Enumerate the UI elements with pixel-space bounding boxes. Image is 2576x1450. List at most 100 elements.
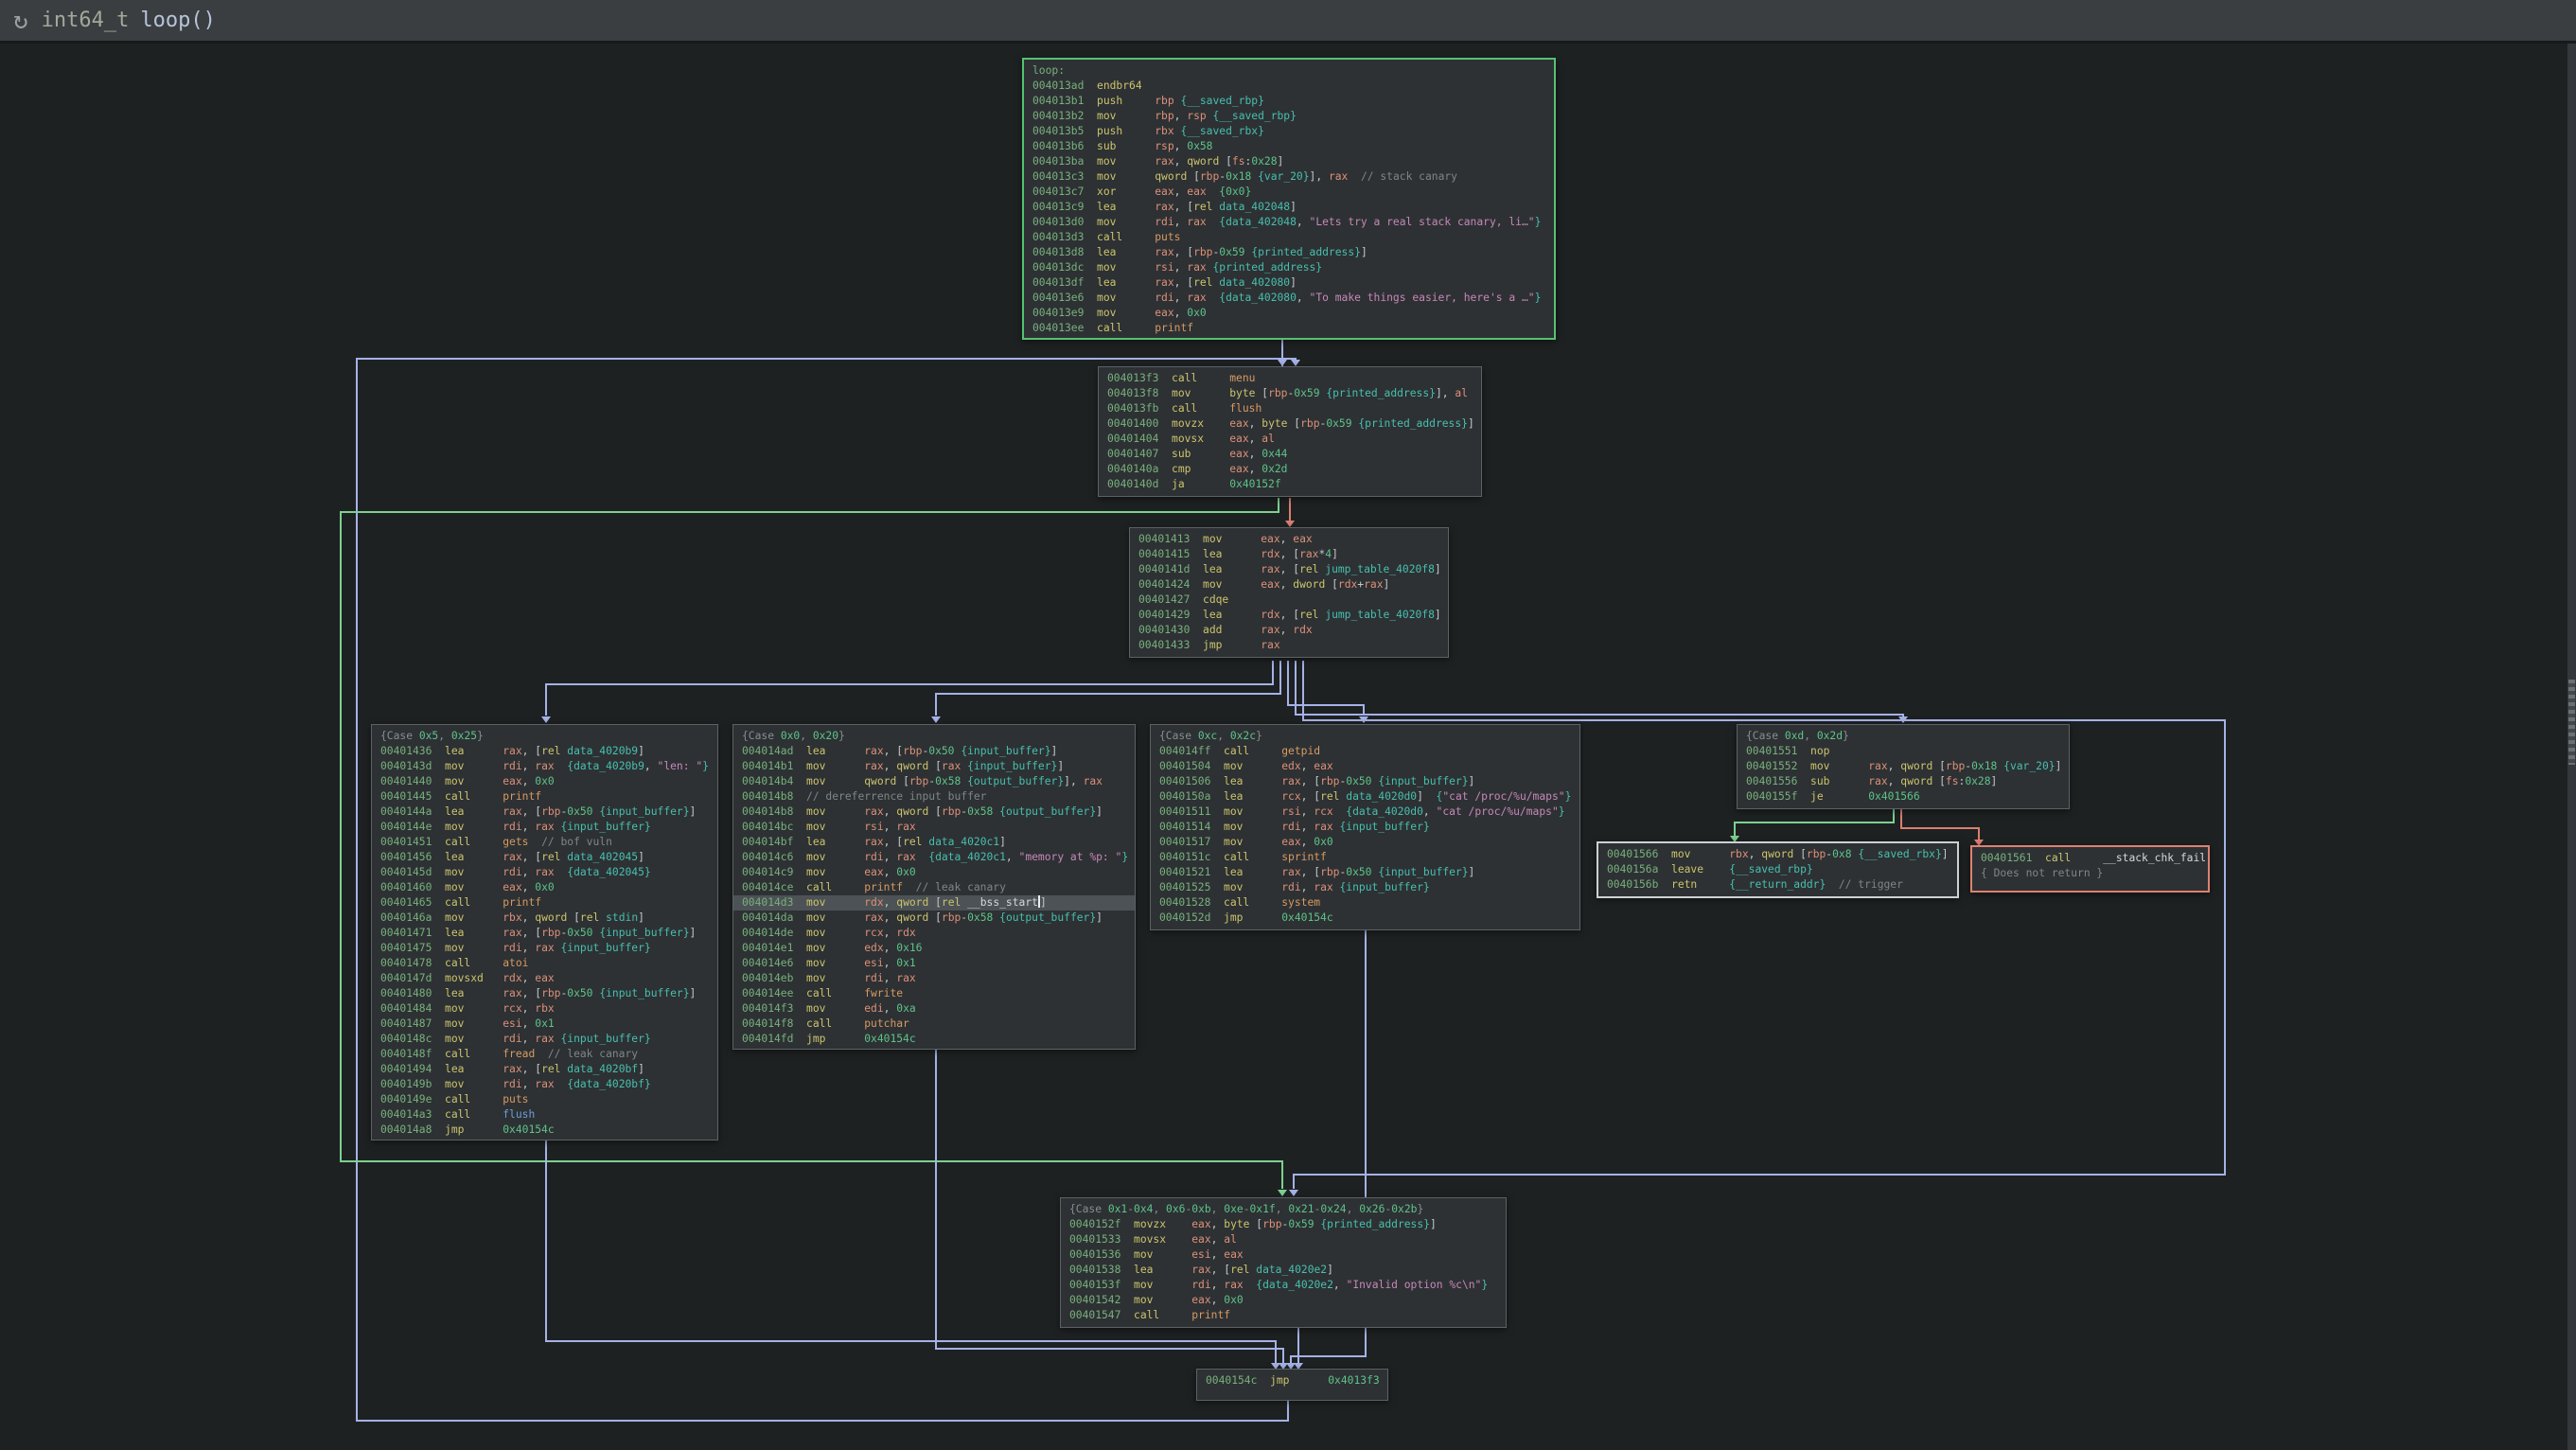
basic-block-case0[interactable]: {Case 0x0, 0x20}004014ad lea rax, [rbp-0… [732, 724, 1136, 1050]
asm-line[interactable]: 0040155f je 0x401566 [1738, 789, 2069, 805]
asm-token[interactable] [1658, 848, 1671, 860]
asm-token[interactable]: 00401407 [1107, 448, 1158, 460]
asm-line[interactable]: 004014b8 // dereferrence input buffer [733, 789, 1135, 805]
asm-token[interactable]: , [1217, 730, 1230, 742]
asm-token[interactable]: 004013e9 [1032, 307, 1084, 319]
asm-line[interactable]: 00401478 call atoi [372, 956, 717, 971]
asm-token[interactable]: 0x0 [1224, 1294, 1243, 1306]
asm-token[interactable]: 004014ee [742, 987, 793, 999]
asm-token[interactable]: rbp [1262, 1218, 1281, 1230]
asm-token[interactable]: rbp [541, 987, 560, 999]
asm-token[interactable]: mov [445, 821, 503, 833]
asm-token[interactable]: , [1174, 216, 1188, 228]
asm-token[interactable]: , [1749, 848, 1762, 860]
asm-token[interactable]: rax [503, 745, 521, 757]
asm-token[interactable]: loop: [1032, 64, 1065, 77]
asm-token[interactable]: mov [1224, 805, 1281, 818]
asm-token[interactable]: 00401460 [380, 881, 432, 893]
asm-token[interactable]: 0040143d [380, 760, 432, 772]
asm-token[interactable]: 0040153f [1069, 1279, 1120, 1291]
asm-token[interactable]: 0x50 [928, 745, 954, 757]
asm-token[interactable]: mov [1097, 307, 1155, 319]
asm-token[interactable]: [ [1249, 1218, 1262, 1230]
asm-token[interactable]: 004014ce [742, 881, 793, 893]
asm-token[interactable]: , [522, 760, 536, 772]
asm-token[interactable]: eax [503, 775, 521, 787]
asm-token[interactable]: mov [806, 927, 864, 939]
asm-token[interactable]: mov [1172, 387, 1229, 399]
asm-token[interactable]: rdi [503, 942, 521, 954]
asm-token[interactable]: fwrite [864, 987, 903, 999]
asm-token[interactable]: , [522, 1033, 536, 1045]
asm-token[interactable] [1190, 624, 1203, 636]
asm-token[interactable]: {input_buffer} [1378, 775, 1468, 787]
asm-token[interactable]: rax [1281, 775, 1300, 787]
asm-token[interactable]: {input_buffer} [599, 927, 689, 939]
asm-token[interactable]: ] [1435, 609, 1441, 621]
asm-token[interactable]: menu [1229, 372, 1255, 384]
asm-token[interactable]: 004013fb [1107, 402, 1158, 415]
asm-token[interactable] [432, 957, 445, 969]
basic-block-jmpback[interactable]: 0040154c jmp 0x4013f3 [1196, 1369, 1388, 1401]
asm-token[interactable]: mov [445, 1017, 503, 1030]
asm-token[interactable] [1210, 760, 1224, 772]
asm-token[interactable] [1084, 110, 1097, 122]
asm-token[interactable] [1797, 775, 1810, 787]
asm-token[interactable]: 004013e6 [1032, 292, 1084, 304]
asm-token[interactable]: call [806, 881, 864, 893]
asm-token[interactable]: {data_402048 [1219, 216, 1297, 228]
asm-line[interactable]: 004014ff call getpid [1151, 744, 1579, 759]
asm-token[interactable]: {input_buffer} [560, 821, 650, 833]
asm-token[interactable]: __bss_start [967, 896, 1038, 909]
asm-token[interactable]: , [ [1301, 790, 1320, 803]
asm-line[interactable]: {Case 0x1-0x4, 0x6-0xb, 0xe-0x1f, 0x21-0… [1061, 1202, 1506, 1217]
asm-token[interactable] [793, 851, 806, 863]
asm-token[interactable]: , [1249, 463, 1262, 475]
asm-line[interactable]: 0040149e call puts [372, 1092, 717, 1107]
asm-token[interactable]: rax [1155, 246, 1173, 258]
asm-token[interactable]: qword [1761, 848, 1793, 860]
asm-token[interactable] [1120, 1218, 1134, 1230]
asm-token[interactable]: 00401504 [1159, 760, 1210, 772]
asm-token[interactable]: lea [1097, 276, 1155, 289]
asm-token[interactable]: rdx [1261, 609, 1279, 621]
asm-token[interactable]: rbp [942, 805, 961, 818]
asm-token[interactable] [432, 836, 445, 848]
asm-token[interactable]: {data_4020bf} [567, 1078, 650, 1090]
asm-token[interactable]: mov [806, 805, 864, 818]
asm-token[interactable]: rel [541, 745, 560, 757]
asm-token[interactable]: 00401514 [1159, 821, 1210, 833]
asm-token[interactable]: 00401404 [1107, 433, 1158, 445]
asm-token[interactable]: 0x0 [1187, 307, 1206, 319]
asm-token[interactable]: rbx [503, 911, 521, 924]
asm-line[interactable]: 004014b4 mov qword [rbp-0x58 {output_buf… [733, 774, 1135, 789]
asm-token[interactable]: "cat /proc/%u/maps" [1442, 790, 1564, 803]
asm-token[interactable] [1158, 448, 1172, 460]
asm-token[interactable]: 00401551 [1746, 745, 1797, 757]
asm-line[interactable]: 00401451 call gets // bof vuln [372, 835, 717, 850]
asm-token[interactable]: [ [928, 805, 942, 818]
asm-token[interactable] [1158, 402, 1172, 415]
asm-token[interactable]: eax [1224, 1248, 1243, 1261]
asm-token[interactable]: "Invalid option %c\n" [1347, 1279, 1482, 1291]
asm-token[interactable]: [ [1793, 848, 1807, 860]
asm-token[interactable]: , [884, 927, 897, 939]
asm-token[interactable]: mov [806, 775, 864, 787]
asm-token[interactable]: "Lets try a real stack canary, li…" [1310, 216, 1535, 228]
asm-token[interactable]: rcx [864, 927, 883, 939]
asm-token[interactable]: rax [864, 911, 883, 924]
asm-token[interactable]: // dereferrence input buffer [806, 790, 986, 803]
asm-token[interactable] [1797, 745, 1810, 757]
asm-token[interactable]: 0x21 [1288, 1203, 1314, 1215]
asm-token[interactable] [1190, 563, 1203, 575]
asm-token[interactable]: qword [864, 775, 896, 787]
asm-token[interactable]: 0x44 [1262, 448, 1287, 460]
asm-token[interactable]: 004014c9 [742, 866, 793, 878]
asm-token[interactable]: eax [1229, 448, 1248, 460]
asm-token[interactable]: } [1843, 730, 1849, 742]
asm-token[interactable]: {input_buffer} [560, 1033, 650, 1045]
asm-token[interactable] [432, 745, 445, 757]
asm-token[interactable]: 004014eb [742, 972, 793, 984]
asm-token[interactable] [1207, 216, 1220, 228]
asm-token[interactable]: mov [806, 911, 864, 924]
